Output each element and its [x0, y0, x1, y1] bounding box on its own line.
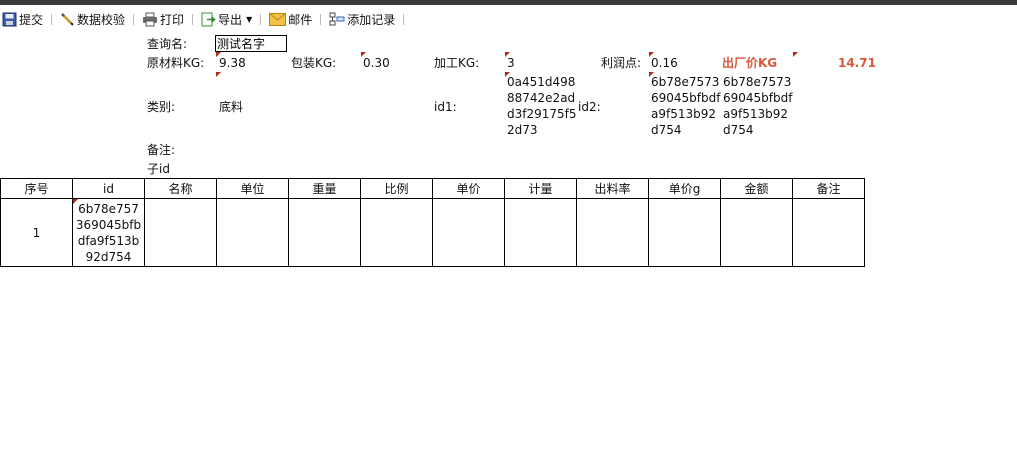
id1-value[interactable]: 0a451d49888742e2add3f29175f52d73	[507, 74, 579, 138]
pencil-icon	[61, 12, 74, 26]
add-record-label: 添加记录	[347, 12, 396, 27]
process-kg-value[interactable]: 3	[507, 56, 515, 70]
add-record-icon	[329, 12, 345, 25]
window-top-bar	[0, 0, 1017, 5]
submit-button[interactable]: 提交	[0, 9, 45, 29]
profit-label: 利润点:	[601, 56, 642, 70]
column-header-unit: 单位	[216, 178, 289, 199]
print-label: 打印	[160, 12, 185, 27]
table-cell-remark[interactable]	[792, 198, 865, 267]
export-icon	[201, 12, 216, 26]
raw-kg-label: 原材料KG:	[147, 56, 205, 70]
query-name-label: 查询名:	[147, 37, 188, 51]
profit-value[interactable]: 0.16	[651, 56, 678, 70]
printer-icon	[143, 12, 158, 26]
comment-marker	[216, 72, 221, 77]
remark-label: 备注:	[147, 143, 176, 157]
factory-price-value: 14.71	[838, 56, 876, 70]
table-cell-yield-rate[interactable]	[576, 198, 649, 267]
detail-table: 序号 id 名称 单位 重量 比例 单价 计量 出料率 单价g 金额 备注 1 …	[0, 178, 865, 267]
table-cell-ratio[interactable]	[360, 198, 433, 267]
toolbar-separator	[260, 13, 262, 25]
category-value[interactable]: 底料	[219, 100, 243, 114]
column-header-amount: 金额	[720, 178, 793, 199]
comment-marker	[73, 199, 78, 204]
category-label: 类别:	[147, 100, 176, 114]
id2-value[interactable]: 6b78e757369045bfbdfa9f513b92d754	[651, 74, 723, 138]
pack-kg-label: 包装KG:	[291, 56, 337, 70]
id1-label: id1:	[434, 100, 457, 114]
table-cell-unit-price[interactable]	[432, 198, 505, 267]
child-id-label: 子id	[147, 162, 170, 176]
column-header-yield-rate: 出料率	[576, 178, 649, 199]
validate-button[interactable]: 数据校验	[58, 9, 127, 29]
column-header-unit-price: 单价	[432, 178, 505, 199]
column-header-weight: 重量	[288, 178, 361, 199]
table-cell-unit[interactable]	[216, 198, 289, 267]
id2-copy-value: 6b78e757369045bfbdfa9f513b92d754	[723, 75, 793, 137]
toolbar: 提交 数据校验 打印 导出 ▼ 邮件 添加记录	[0, 8, 1017, 30]
export-label: 导出	[218, 12, 243, 27]
factory-price-label: 出厂价KG	[722, 56, 778, 70]
chevron-down-icon: ▼	[246, 14, 253, 24]
column-header-name: 名称	[144, 178, 217, 199]
print-button[interactable]: 打印	[140, 9, 186, 29]
raw-kg-value[interactable]: 9.38	[219, 56, 246, 70]
table-cell-weight[interactable]	[288, 198, 361, 267]
submit-label: 提交	[19, 12, 44, 27]
table-row: 1 6b78e757369045bfbdfa9f513b92d754	[0, 198, 865, 267]
table-cell-measure[interactable]	[504, 198, 577, 267]
column-header-id: id	[72, 178, 145, 199]
id2-label: id2:	[578, 100, 601, 114]
table-cell-index: 1	[0, 198, 73, 267]
query-name-input[interactable]	[215, 35, 287, 52]
table-header-row: 序号 id 名称 单位 重量 比例 单价 计量 出料率 单价g 金额 备注	[0, 178, 865, 199]
comment-marker	[793, 52, 798, 57]
mail-label: 邮件	[288, 12, 313, 27]
table-cell-amount[interactable]	[720, 198, 793, 267]
toolbar-separator	[192, 13, 194, 25]
toolbar-separator	[320, 13, 322, 25]
table-cell-unit-price-g[interactable]	[648, 198, 721, 267]
table-cell-id-text: 6b78e757369045bfbdfa9f513b92d754	[75, 201, 142, 264]
toolbar-separator	[403, 13, 405, 25]
column-header-index: 序号	[0, 178, 73, 199]
toolbar-separator	[51, 13, 53, 25]
column-header-remark: 备注	[792, 178, 865, 199]
envelope-icon	[269, 12, 287, 26]
pack-kg-value[interactable]: 0.30	[363, 56, 390, 70]
add-record-button[interactable]: 添加记录	[327, 9, 397, 29]
save-icon	[2, 12, 17, 26]
process-kg-label: 加工KG:	[434, 56, 480, 70]
mail-button[interactable]: 邮件	[267, 9, 314, 29]
validate-label: 数据校验	[77, 12, 126, 27]
table-cell-id[interactable]: 6b78e757369045bfbdfa9f513b92d754	[72, 198, 145, 267]
column-header-unit-price-g: 单价g	[648, 178, 721, 199]
export-dropdown[interactable]: 导出 ▼	[199, 9, 254, 29]
column-header-ratio: 比例	[360, 178, 433, 199]
toolbar-separator	[133, 13, 135, 25]
column-header-measure: 计量	[504, 178, 577, 199]
table-cell-name[interactable]	[144, 198, 217, 267]
